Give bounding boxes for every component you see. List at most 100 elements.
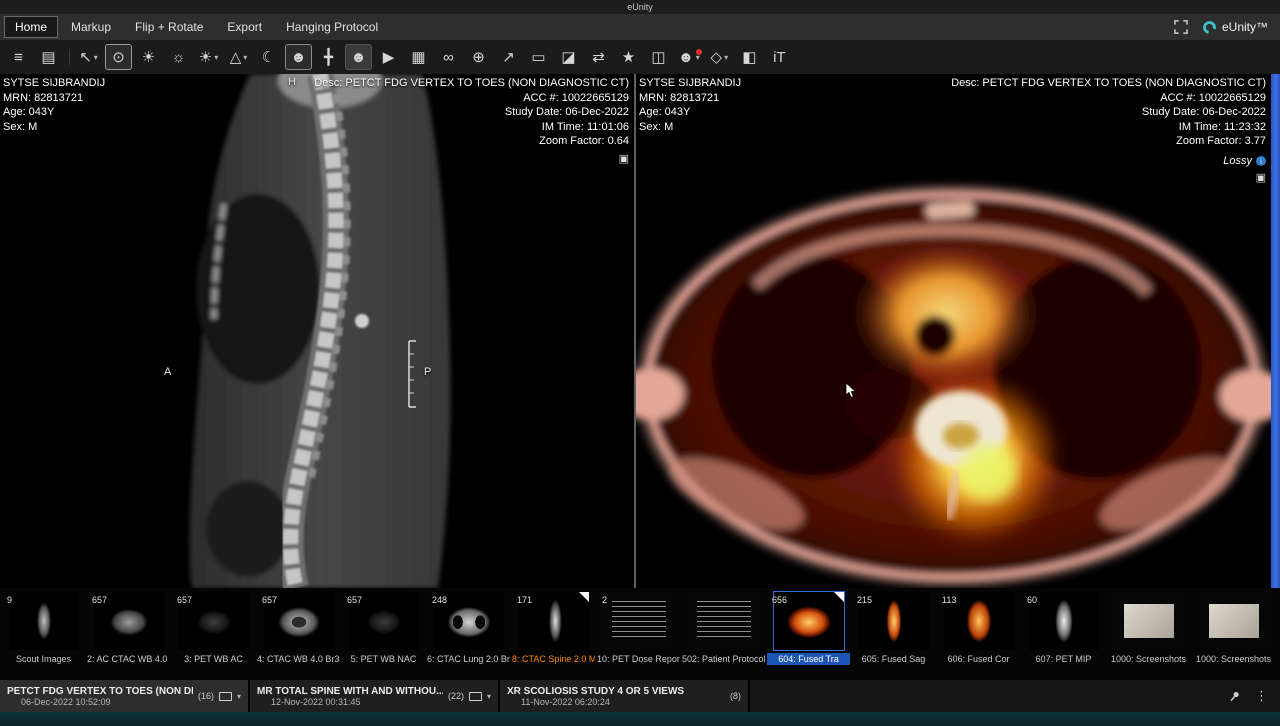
fullscreen-icon[interactable] xyxy=(1174,20,1188,34)
menu-tab-export[interactable]: Export xyxy=(216,16,273,38)
image-time: IM Time: 11:01:06 xyxy=(314,120,629,135)
study-series-count: (8) xyxy=(730,691,741,701)
study-tab[interactable]: PETCT FDG VERTEX TO TOES (NON DIA... 06-… xyxy=(0,680,250,712)
compare-split-icon[interactable]: ◫ xyxy=(645,44,672,70)
display-format-icon[interactable] xyxy=(314,153,629,164)
series-thumbnail[interactable]: 657 3: PET WB AC xyxy=(172,592,255,680)
patient-info-overlay: SYTSE SIJBRANDIJ MRN: 82813721 Age: 043Y… xyxy=(3,76,105,134)
series-thumbnail[interactable]: 657 4: CTAC WB 4.0 Br38 3 xyxy=(257,592,340,680)
sync-icon[interactable]: ⇄ xyxy=(585,44,612,70)
series-label: 604: Fused Tra xyxy=(767,653,850,665)
series-thumbnail[interactable]: 113 606: Fused Cor xyxy=(937,592,1020,680)
measure-icon[interactable]: ▭ xyxy=(525,44,552,70)
monitor-assignment-icon[interactable] xyxy=(469,692,482,701)
series-thumbnail[interactable]: 60 607: PET MIP xyxy=(1022,592,1105,680)
menu-tab-home[interactable]: Home xyxy=(4,16,58,38)
display-format-icon[interactable] xyxy=(951,172,1266,183)
chevron-down-icon[interactable] xyxy=(237,692,241,701)
study-acc: ACC #: 10022665129 xyxy=(314,91,629,106)
series-thumbnail[interactable]: 248 6: CTAC Lung 2.0 Br59 xyxy=(427,592,510,680)
series-thumbnail[interactable]: 1000: Screenshots xyxy=(1107,592,1190,680)
viewport-area: SYTSE SIJBRANDIJ MRN: 82813721 Age: 043Y… xyxy=(0,74,1280,588)
study-acc: ACC #: 10022665129 xyxy=(951,91,1266,106)
thumbnail-image xyxy=(9,592,79,650)
patient-mrn: MRN: 82813721 xyxy=(3,91,105,106)
text-annotation-icon[interactable]: iT xyxy=(766,44,793,70)
chevron-down-icon xyxy=(94,53,98,62)
series-thumbnail[interactable]: 2 10: PET Dose Report xyxy=(597,592,680,680)
thumbnail-image xyxy=(604,592,674,650)
study-datetime: 06-Dec-2022 10:52:09 xyxy=(7,697,193,707)
series-thumbnail[interactable]: 171 8: CTAC Spine 2.0 M... xyxy=(512,592,595,680)
series-label: 5: PET WB NAC xyxy=(342,653,425,665)
magnify-probe-icon[interactable]: ⊙ xyxy=(105,44,132,70)
series-thumbnail[interactable]: 502: Patient Protocol xyxy=(682,592,765,680)
series-label: 3: PET WB AC xyxy=(172,653,255,665)
series-thumbnail[interactable]: 656 604: Fused Tra xyxy=(767,592,850,680)
window-level-icon[interactable]: ☀ xyxy=(135,44,162,70)
link-series-icon[interactable]: ∞ xyxy=(435,44,462,70)
study-series-count: (22) xyxy=(448,691,464,701)
window-title: eUnity xyxy=(627,2,653,12)
mpr-3d-icon[interactable]: ◇ xyxy=(706,44,733,70)
series-thumbnail[interactable]: 9 Scout Images xyxy=(2,592,85,680)
study-tab[interactable]: XR SCOLIOSIS STUDY 4 OR 5 VIEWS 11-Nov-2… xyxy=(500,680,750,712)
pointer-tool-icon[interactable]: ↖ xyxy=(75,44,102,70)
study-desc: Desc: PETCT FDG VERTEX TO TOES (NON DIAG… xyxy=(314,76,629,91)
study-date: Study Date: 06-Dec-2022 xyxy=(314,105,629,120)
window-presets-icon[interactable]: ☀ xyxy=(195,44,222,70)
image-scrollbar[interactable] xyxy=(1271,74,1280,588)
eraser-icon[interactable]: ◪ xyxy=(555,44,582,70)
line-annotation-icon[interactable]: ↗ xyxy=(495,44,522,70)
calibration-ruler xyxy=(406,340,418,413)
image-count: 657 xyxy=(347,595,362,605)
more-options-icon[interactable] xyxy=(1255,689,1268,704)
series-label: 8: CTAC Spine 2.0 M... xyxy=(512,653,595,665)
menu-tab-markup[interactable]: Markup xyxy=(60,16,122,38)
report-icon[interactable]: ▤ xyxy=(35,44,62,70)
info-icon[interactable] xyxy=(1256,156,1266,166)
invert-icon[interactable]: ☾ xyxy=(255,44,282,70)
image-count: 171 xyxy=(517,595,532,605)
layout-icon[interactable]: ▦ xyxy=(405,44,432,70)
cine-play-icon[interactable]: ▶ xyxy=(375,44,402,70)
patient-sex: Sex: M xyxy=(3,120,105,135)
series-thumbnail[interactable]: 657 5: PET WB NAC xyxy=(342,592,425,680)
study-datetime: 12-Nov-2022 00:31:45 xyxy=(257,697,443,707)
series-label: 6: CTAC Lung 2.0 Br59 xyxy=(427,653,510,665)
study-title: PETCT FDG VERTEX TO TOES (NON DIA... xyxy=(7,686,193,697)
toolbar: ≡ ▤ ↖ ⊙ ☀ xyxy=(0,40,1280,74)
contrast-compare-icon[interactable]: ◧ xyxy=(736,44,763,70)
patient-age: Age: 043Y xyxy=(3,105,105,120)
image-time: IM Time: 11:23:32 xyxy=(951,120,1266,135)
zoom-icon[interactable]: ⊕ xyxy=(465,44,492,70)
viewport-fused-axial[interactable]: SYTSE SIJBRANDIJ MRN: 82813721 Age: 043Y… xyxy=(636,74,1271,588)
enhance-icon[interactable]: ★ xyxy=(615,44,642,70)
study-tab[interactable]: MR TOTAL SPINE WITH AND WITHOU... 12-Nov… xyxy=(250,680,500,712)
menu-tab-flip-rotate[interactable]: Flip + Rotate xyxy=(124,16,214,38)
study-title: XR SCOLIOSIS STUDY 4 OR 5 VIEWS xyxy=(507,686,684,697)
lossy-indicator: Lossy xyxy=(951,154,1266,169)
viewport-ct-sagittal[interactable]: SYTSE SIJBRANDIJ MRN: 82813721 Age: 043Y… xyxy=(0,74,634,588)
menu-tab-hanging-protocol[interactable]: Hanging Protocol xyxy=(275,16,389,38)
pan-icon[interactable]: ╋ xyxy=(315,44,342,70)
series-label: Scout Images xyxy=(2,653,85,665)
monitor-assignment-icon[interactable] xyxy=(219,692,232,701)
localizer-icon[interactable]: ☻ xyxy=(345,44,372,70)
series-thumbnail[interactable]: 657 2: AC CTAC WB 4.0 H... xyxy=(87,592,170,680)
roi-tool-icon[interactable]: △ xyxy=(225,44,252,70)
notification-dot xyxy=(696,49,702,55)
chevron-down-icon[interactable] xyxy=(487,692,491,701)
patient-orientation-icon[interactable]: ☻ xyxy=(285,44,312,70)
series-list-icon[interactable]: ≡ xyxy=(5,44,32,70)
brightness-icon[interactable]: ☼ xyxy=(165,44,192,70)
pin-icon[interactable] xyxy=(1228,690,1241,703)
study-info-overlay: Desc: PETCT FDG VERTEX TO TOES (NON DIAG… xyxy=(951,76,1266,183)
series-thumbnail[interactable]: 1000: Screenshots xyxy=(1192,592,1275,680)
bottom-edge-strip xyxy=(0,712,1280,726)
series-thumbnail[interactable]: 215 605: Fused Sag xyxy=(852,592,935,680)
image-count: 113 xyxy=(942,595,956,605)
thumbnail-image xyxy=(1199,592,1269,650)
patient-name: SYTSE SIJBRANDIJ xyxy=(3,76,105,91)
collaboration-icon[interactable]: ☻ xyxy=(675,44,703,70)
